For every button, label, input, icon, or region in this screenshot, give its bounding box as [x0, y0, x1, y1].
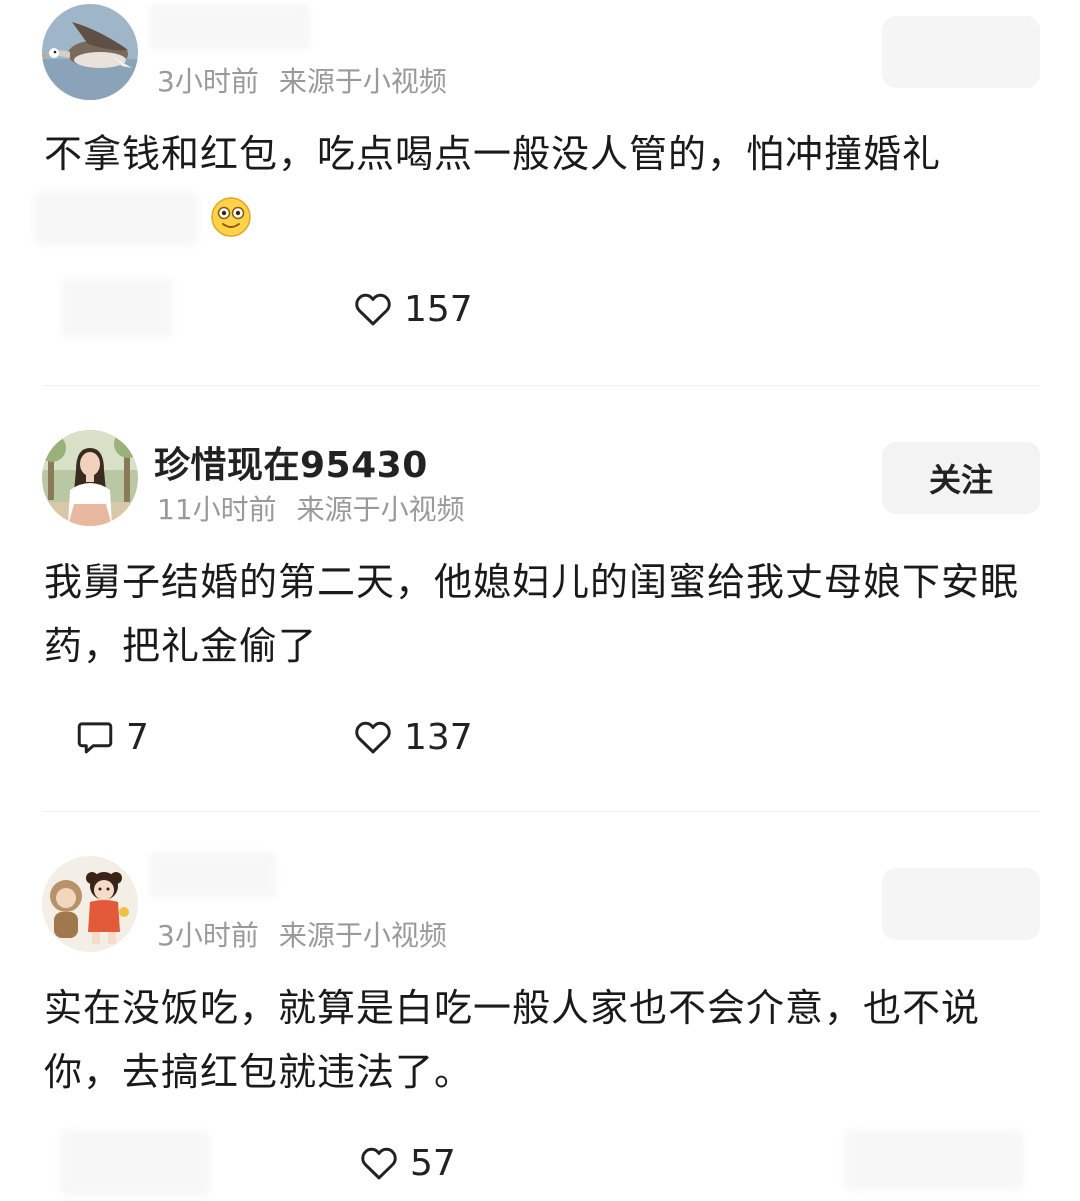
- like-count: 157: [404, 288, 473, 330]
- comment-source: 来源于小视频: [278, 919, 447, 952]
- avatar[interactable]: [42, 430, 138, 526]
- comment-text: 我舅子结婚的第二天，他媳妇儿的闺蜜给我丈母娘下安眠药，把礼金偷了: [44, 560, 1020, 668]
- heart-icon: [361, 1147, 397, 1180]
- comment-item: 珍惜现在95430 11小时前 来源于小视频 关注 我舅子结婚的第二天，他媳妇儿的…: [0, 386, 1080, 812]
- username-hidden: [150, 4, 310, 50]
- username[interactable]: 珍惜现在95430: [154, 436, 428, 488]
- comment-meta: 11小时前 来源于小视频: [157, 488, 465, 528]
- avatar[interactable]: [42, 4, 138, 100]
- comment-item: 3小时前 来源于小视频 实在没饭吃，就算是白吃一般人家也不会介意，也不说你，去搞红…: [0, 812, 1080, 1201]
- comment-meta: 3小时前 来源于小视频: [157, 914, 447, 954]
- reply-count: 7: [126, 716, 149, 758]
- hidden-reply-button[interactable]: [62, 278, 172, 338]
- goose-avatar-icon: [42, 4, 138, 100]
- follow-button[interactable]: 关注: [882, 442, 1040, 514]
- comment-text: 不拿钱和红包，吃点喝点一般没人管的，怕冲撞婚礼: [44, 132, 942, 176]
- username-hidden: [150, 852, 276, 898]
- like-count: 57: [410, 1142, 456, 1184]
- follow-button[interactable]: [882, 16, 1040, 88]
- like-button[interactable]: 57: [358, 1142, 456, 1184]
- cartoon-kids-avatar-icon: [42, 856, 138, 952]
- like-button[interactable]: 137: [352, 716, 473, 758]
- comment-time: 3小时前: [157, 65, 259, 98]
- hidden-text-block: [34, 190, 198, 246]
- like-button[interactable]: 157: [352, 288, 473, 330]
- comment-meta: 3小时前 来源于小视频: [157, 60, 447, 100]
- heart-icon: [355, 293, 391, 326]
- avatar[interactable]: [42, 856, 138, 952]
- comment-source: 来源于小视频: [296, 493, 465, 526]
- hidden-reply-button[interactable]: [60, 1130, 210, 1196]
- comment-bubble-icon: [77, 722, 113, 754]
- smile-emoji-icon: [211, 197, 251, 237]
- reply-button[interactable]: 7: [74, 716, 149, 758]
- heart-icon: [355, 721, 391, 754]
- follow-button[interactable]: [882, 868, 1040, 940]
- comment-time: 11小时前: [157, 493, 277, 526]
- comment-item: 3小时前 来源于小视频 不拿钱和红包，吃点喝点一般没人管的，怕冲撞婚礼 157: [0, 0, 1080, 386]
- hidden-action: [844, 1130, 1024, 1190]
- comment-time: 3小时前: [157, 919, 259, 952]
- comment-text: 实在没饭吃，就算是白吃一般人家也不会介意，也不说你，去搞红包就违法了。: [44, 986, 981, 1094]
- woman-photo-avatar-icon: [42, 430, 138, 526]
- comment-source: 来源于小视频: [278, 65, 447, 98]
- like-count: 137: [404, 716, 473, 758]
